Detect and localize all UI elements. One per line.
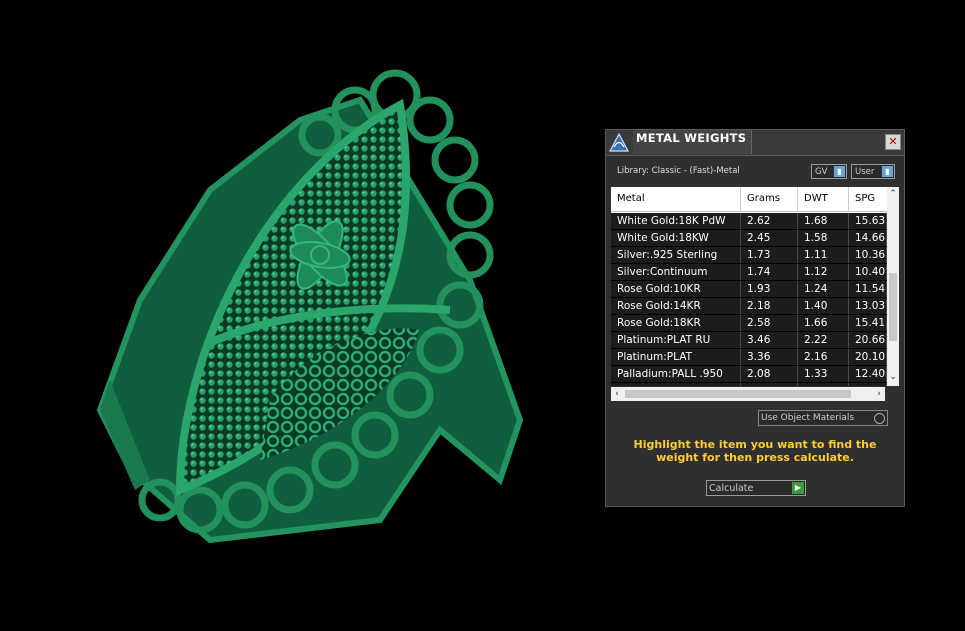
close-icon: ✕ [888, 135, 898, 148]
cell-grams: 3.46 [741, 332, 798, 348]
close-button[interactable]: ✕ [885, 134, 901, 150]
cell-grams: 2.58 [741, 315, 798, 331]
table-row[interactable]: Palladium:PALL .950 2.08 1.33 12.40 [611, 366, 887, 383]
cell-dwt: 1.11 [798, 247, 849, 263]
column-header-dwt[interactable]: DWT [798, 187, 849, 211]
user-select-label: User [855, 167, 875, 177]
cell-grams: 2.62 [741, 213, 798, 229]
table-header: Metal Grams DWT SPG [611, 187, 887, 212]
column-header-spg[interactable]: SPG [849, 187, 887, 211]
cell-spg: 11.54 [849, 281, 887, 297]
use-object-materials-checkbox[interactable]: Use Object Materials [758, 410, 888, 426]
cell-metal: Rose Gold:10KR [611, 281, 741, 297]
cell-spg: 15.63 [849, 213, 887, 229]
table-row[interactable]: Rose Gold:14KR 2.18 1.40 13.03 [611, 298, 887, 315]
cell-metal: Silver:Continuum [611, 264, 741, 280]
metal-weights-panel: METAL WEIGHTS ✕ Library: Classic - (Fast… [605, 129, 905, 507]
cell-dwt: 1.40 [798, 298, 849, 314]
cell-metal: Silver:.925 Sterling [611, 247, 741, 263]
table-row[interactable]: Silver:.925 Sterling 1.73 1.11 10.36 [611, 247, 887, 264]
cell-metal: Rose Gold:14KR [611, 298, 741, 314]
calculate-button[interactable]: Calculate ▶ [706, 480, 806, 496]
play-arrow-icon: ▶ [792, 482, 804, 494]
column-header-grams[interactable]: Grams [741, 187, 798, 211]
scroll-down-icon[interactable]: ⌄ [887, 370, 899, 384]
table-row[interactable]: Rose Gold:18KR 2.58 1.66 15.41 [611, 315, 887, 332]
cell-grams: 2.08 [741, 366, 798, 382]
vertical-scrollbar[interactable]: ⌃ ⌄ [887, 187, 899, 386]
scroll-right-icon[interactable]: › [873, 387, 885, 401]
scroll-up-icon[interactable]: ⌃ [887, 187, 899, 201]
library-label: Library: Classic - (Fast)-Metal [617, 166, 740, 176]
cell-spg: 10.36 [849, 247, 887, 263]
cell-metal: White Gold:18KW [611, 230, 741, 246]
cell-grams: 1.93 [741, 281, 798, 297]
use-object-materials-label: Use Object Materials [761, 413, 855, 423]
cell-dwt: 2.16 [798, 349, 849, 365]
app-logo-icon [609, 132, 629, 152]
cell-metal: Rose Gold:18KR [611, 315, 741, 331]
panel-title: METAL WEIGHTS [636, 131, 747, 145]
cell-dwt: 1.66 [798, 315, 849, 331]
instruction-text: Highlight the item you want to find the … [633, 438, 877, 464]
cell-spg: 20.66 [849, 332, 887, 348]
calculate-label: Calculate [709, 483, 754, 494]
table-row[interactable]: White Gold:18KW 2.45 1.58 14.66 [611, 230, 887, 247]
3d-viewport[interactable] [0, 0, 600, 631]
cell-metal: Green Gold:10KG [611, 383, 741, 386]
table-row[interactable]: Green Gold:10KG2.081.3412.44 [611, 383, 887, 386]
cell-grams: 2.08 [741, 383, 798, 386]
gv-dropdown-icon: ▮ [834, 166, 845, 177]
table-row[interactable]: Platinum:PLAT RU 3.46 2.22 20.66 [611, 332, 887, 349]
cell-metal: White Gold:18K PdW [611, 213, 741, 229]
cell-spg: 14.66 [849, 230, 887, 246]
metal-table[interactable]: Metal Grams DWT SPG White Gold:18K PdW 2.… [611, 187, 899, 386]
ring-model [96, 69, 524, 544]
table-row[interactable]: Platinum:PLAT 3.36 2.16 20.10 [611, 349, 887, 366]
cell-grams: 1.74 [741, 264, 798, 280]
cell-dwt: 1.24 [798, 281, 849, 297]
table-row[interactable]: Rose Gold:10KR 1.93 1.24 11.54 [611, 281, 887, 298]
cell-metal: Palladium:PALL .950 [611, 366, 741, 382]
cell-dwt: 1.33 [798, 366, 849, 382]
cell-spg: 12.40 [849, 366, 887, 382]
cell-spg: 12.44 [849, 383, 887, 386]
cell-spg: 15.41 [849, 315, 887, 331]
horizontal-scroll-thumb[interactable] [625, 390, 851, 398]
cell-dwt: 1.68 [798, 213, 849, 229]
cell-dwt: 2.22 [798, 332, 849, 348]
cell-grams: 2.18 [741, 298, 798, 314]
cell-spg: 13.03 [849, 298, 887, 314]
radio-circle-icon [874, 413, 885, 424]
table-row[interactable]: White Gold:18K PdW 2.62 1.68 15.63 [611, 213, 887, 230]
cell-metal: Platinum:PLAT RU [611, 332, 741, 348]
vertical-scroll-thumb[interactable] [889, 273, 897, 341]
cell-grams: 1.73 [741, 247, 798, 263]
cell-spg: 10.40 [849, 264, 887, 280]
user-select[interactable]: User ▮ [851, 164, 895, 179]
column-header-metal[interactable]: Metal [611, 187, 741, 211]
scroll-left-icon[interactable]: ‹ [611, 387, 623, 401]
cell-dwt: 1.34 [798, 383, 849, 386]
cell-dwt: 1.12 [798, 264, 849, 280]
cell-spg: 20.10 [849, 349, 887, 365]
cell-metal: Platinum:PLAT [611, 349, 741, 365]
table-body: White Gold:18K PdW 2.62 1.68 15.63 White Gol… [611, 213, 887, 386]
table-row[interactable]: Silver:Continuum 1.74 1.12 10.40 [611, 264, 887, 281]
user-dropdown-icon: ▮ [882, 166, 893, 177]
cell-grams: 3.36 [741, 349, 798, 365]
gv-select[interactable]: GV ▮ [811, 164, 847, 179]
gv-select-label: GV [815, 167, 828, 177]
panel-titlebar[interactable]: METAL WEIGHTS ✕ [606, 130, 904, 156]
cell-dwt: 1.58 [798, 230, 849, 246]
horizontal-scrollbar[interactable]: ‹ › [611, 387, 885, 401]
cell-grams: 2.45 [741, 230, 798, 246]
